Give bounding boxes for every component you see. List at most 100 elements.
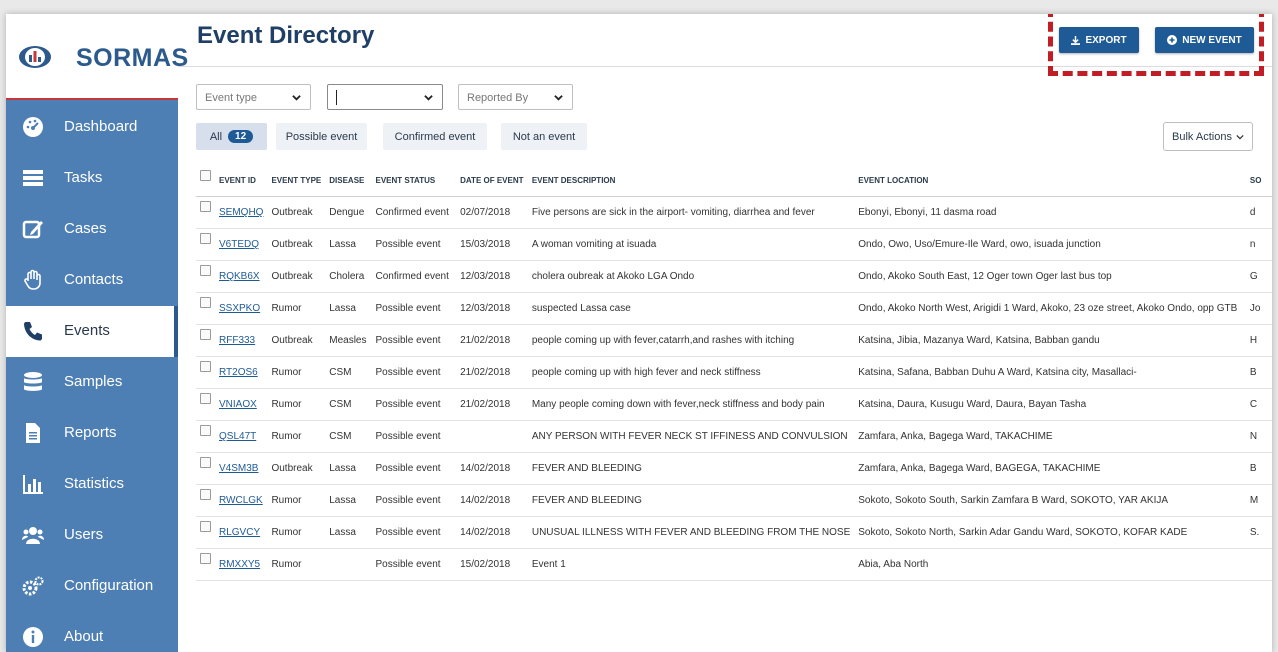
nav-item-dashboard[interactable]: Dashboard <box>6 102 178 153</box>
nav-item-events[interactable]: Events <box>6 306 178 357</box>
tab-label: Not an event <box>512 130 576 143</box>
reported-by-select[interactable]: Reported By <box>458 84 573 110</box>
nav-item-cases[interactable]: Cases <box>6 204 178 255</box>
tab-confirmed-event[interactable]: Confirmed event <box>383 123 487 150</box>
table-cell: 02/07/2018 <box>456 196 528 229</box>
nav-item-samples[interactable]: Samples <box>6 357 178 408</box>
event-id-link[interactable]: RQKB6X <box>219 271 260 282</box>
highlight-box <box>1048 14 1264 76</box>
event-id-link[interactable]: RLGVCY <box>219 527 260 538</box>
nav-item-contacts[interactable]: Contacts <box>6 255 178 306</box>
row-checkbox[interactable] <box>200 425 211 436</box>
table-row[interactable]: RWCLGK Rumor Lassa Possible event 14/02/2018… <box>196 484 1272 517</box>
table-row[interactable]: VNIAOX Rumor CSM Possible event 21/02/2018 Ma… <box>196 388 1272 421</box>
nav-item-about[interactable]: About <box>6 612 178 652</box>
row-checkbox[interactable] <box>200 489 211 500</box>
table-cell: FEVER AND BLEEDING <box>527 484 855 517</box>
row-checkbox[interactable] <box>200 297 211 308</box>
row-select-cell[interactable] <box>196 324 215 357</box>
row-select-cell[interactable] <box>196 292 215 325</box>
table-cell: 14/02/2018 <box>456 516 528 549</box>
nav-label: Users <box>64 526 104 543</box>
row-checkbox[interactable] <box>200 233 211 244</box>
event-id-cell: V6TEDQ <box>215 228 268 261</box>
table-row[interactable]: SSXPKO Rumor Lassa Possible event 12/03/2018… <box>196 292 1272 325</box>
table-row[interactable]: RQKB6X Outbreak Cholera Confirmed event 12/0… <box>196 260 1272 293</box>
document-icon <box>26 423 40 443</box>
table-row[interactable]: RT2OS6 Rumor CSM Possible event 21/02/2018 pe… <box>196 356 1272 389</box>
row-select-cell[interactable] <box>196 356 215 389</box>
row-checkbox[interactable] <box>200 265 211 276</box>
row-checkbox[interactable] <box>200 329 211 340</box>
event-id-link[interactable]: VNIAOX <box>219 399 257 410</box>
phone-icon <box>24 322 42 341</box>
row-checkbox[interactable] <box>200 457 211 468</box>
tab-not-an-event[interactable]: Not an event <box>501 123 587 150</box>
column-header[interactable]: EVENT ID <box>215 164 268 197</box>
row-checkbox[interactable] <box>200 393 211 404</box>
table-cell: Possible event <box>371 548 457 581</box>
table-cell: 21/02/2018 <box>456 356 528 389</box>
event-type-placeholder: Event type <box>205 92 257 104</box>
row-select-cell[interactable] <box>196 260 215 293</box>
nav-item-tasks[interactable]: Tasks <box>6 153 178 204</box>
column-header[interactable]: DATE OF EVENT <box>456 164 528 197</box>
table-cell: B <box>1245 356 1272 389</box>
bulk-actions-button[interactable]: Bulk Actions <box>1163 122 1253 151</box>
column-header[interactable]: EVENT STATUS <box>371 164 457 197</box>
row-select-cell[interactable] <box>196 388 215 421</box>
row-select-cell[interactable] <box>196 420 215 453</box>
table-cell: Confirmed event <box>371 196 457 229</box>
table-row[interactable]: V4SM3B Outbreak Lassa Possible event 14/02/2… <box>196 452 1272 485</box>
table-row[interactable]: RMXXY5 Rumor Possible event 15/02/2018 Event… <box>196 548 1272 581</box>
table-cell: Possible event <box>371 516 457 549</box>
count-badge: 12 <box>228 130 254 143</box>
event-id-cell: RT2OS6 <box>215 356 268 389</box>
disease-select[interactable] <box>327 84 443 110</box>
event-id-link[interactable]: SSXPKO <box>219 303 260 314</box>
row-checkbox[interactable] <box>200 361 211 372</box>
row-checkbox[interactable] <box>200 521 211 532</box>
table-row[interactable]: QSL47T Rumor CSM Possible event ANY PERSON W… <box>196 420 1272 453</box>
table-row[interactable]: V6TEDQ Outbreak Lassa Possible event 15/03/2… <box>196 228 1272 261</box>
column-header[interactable]: EVENT TYPE <box>267 164 326 197</box>
event-id-link[interactable]: RFF333 <box>219 335 255 346</box>
nav-item-users[interactable]: Users <box>6 510 178 561</box>
column-header[interactable]: DISEASE <box>325 164 372 197</box>
select-all-cell[interactable] <box>196 164 215 197</box>
event-id-link[interactable]: RWCLGK <box>219 495 263 506</box>
table-cell: 15/02/2018 <box>456 548 528 581</box>
column-header[interactable]: SO <box>1245 164 1272 197</box>
event-id-link[interactable]: RMXXY5 <box>219 559 260 570</box>
row-checkbox[interactable] <box>200 201 211 212</box>
row-select-cell[interactable] <box>196 516 215 549</box>
column-header[interactable]: EVENT LOCATION <box>854 164 1246 197</box>
event-id-link[interactable]: V4SM3B <box>219 463 258 474</box>
row-select-cell[interactable] <box>196 196 215 229</box>
nav-item-reports[interactable]: Reports <box>6 408 178 459</box>
table-row[interactable]: RFF333 Outbreak Measles Possible event 21/02… <box>196 324 1272 357</box>
tab-all[interactable]: All 12 <box>196 123 267 150</box>
select-all-checkbox[interactable] <box>200 169 211 181</box>
table-row[interactable]: SEMQHQ Outbreak Dengue Confirmed event 02/07… <box>196 196 1272 229</box>
nav-item-statistics[interactable]: Statistics <box>6 459 178 510</box>
brand: SORMAS <box>6 14 188 100</box>
row-select-cell[interactable] <box>196 452 215 485</box>
event-id-link[interactable]: RT2OS6 <box>219 367 258 378</box>
table-row[interactable]: RLGVCY Rumor Lassa Possible event 14/02/2018… <box>196 516 1272 549</box>
nav-item-configuration[interactable]: Configuration <box>6 561 178 612</box>
table-cell: Measles <box>325 324 372 357</box>
chevron-down-icon <box>554 95 563 101</box>
row-select-cell[interactable] <box>196 548 215 581</box>
row-select-cell[interactable] <box>196 484 215 517</box>
tab-possible-event[interactable]: Possible event <box>276 123 367 150</box>
event-id-link[interactable]: V6TEDQ <box>219 239 259 250</box>
event-id-link[interactable]: SEMQHQ <box>219 207 263 218</box>
event-id-link[interactable]: QSL47T <box>219 431 256 442</box>
nav-label: Contacts <box>64 271 124 288</box>
column-header[interactable]: EVENT DESCRIPTION <box>527 164 855 197</box>
event-type-select[interactable]: Event type <box>196 84 311 110</box>
row-select-cell[interactable] <box>196 228 215 261</box>
hand-icon <box>24 269 41 290</box>
row-checkbox[interactable] <box>200 553 211 564</box>
